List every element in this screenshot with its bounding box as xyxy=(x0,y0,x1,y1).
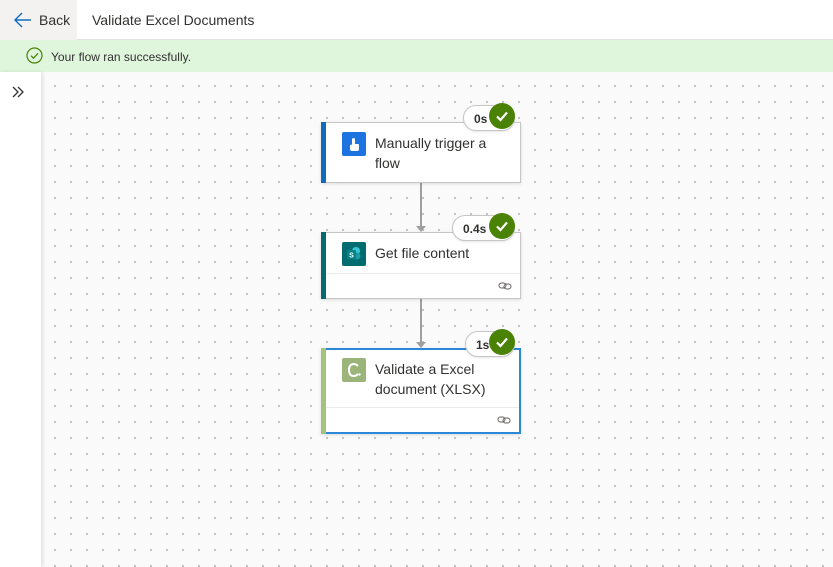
link-icon[interactable] xyxy=(497,414,511,426)
sharepoint-icon: S xyxy=(342,242,366,266)
duration-label: 0.4s xyxy=(463,222,487,236)
check-circle-icon xyxy=(26,47,43,64)
card-footer xyxy=(326,273,520,298)
back-button[interactable]: Back xyxy=(0,0,77,40)
step-name: Manually trigger a flow xyxy=(375,135,487,171)
link-icon[interactable] xyxy=(498,280,512,292)
success-check-icon xyxy=(489,103,515,129)
expand-chevron-icon[interactable] xyxy=(11,85,25,99)
connector-c-icon xyxy=(342,358,366,382)
arrow-left-icon xyxy=(14,12,31,28)
back-label: Back xyxy=(39,12,71,28)
success-check-icon xyxy=(489,329,515,355)
connector-line-2 xyxy=(420,299,422,342)
step-card-get-file-content[interactable]: S Get file content xyxy=(321,232,521,299)
top-bar: Back Validate Excel Documents xyxy=(0,0,833,40)
step-name: Validate a Excel document (XLSX) xyxy=(375,361,486,397)
success-banner: Your flow ran successfully. xyxy=(0,40,833,72)
touch-trigger-icon xyxy=(342,132,366,156)
success-check-icon xyxy=(489,213,515,239)
card-footer xyxy=(326,407,519,432)
step-card-trigger[interactable]: Manually trigger a flow xyxy=(321,122,521,183)
page-title: Validate Excel Documents xyxy=(92,12,255,28)
duration-label: 0s xyxy=(474,112,488,126)
step-name: Get file content xyxy=(375,245,470,261)
svg-text:S: S xyxy=(349,253,354,260)
duration-label: 1s xyxy=(476,338,490,352)
card-accent-bar xyxy=(321,122,326,183)
connector-line-1 xyxy=(420,183,422,226)
step-card-validate-excel[interactable]: Validate a Excel document (XLSX) xyxy=(321,348,521,434)
left-rail xyxy=(0,72,41,567)
success-message: Your flow ran successfully. xyxy=(51,50,192,64)
